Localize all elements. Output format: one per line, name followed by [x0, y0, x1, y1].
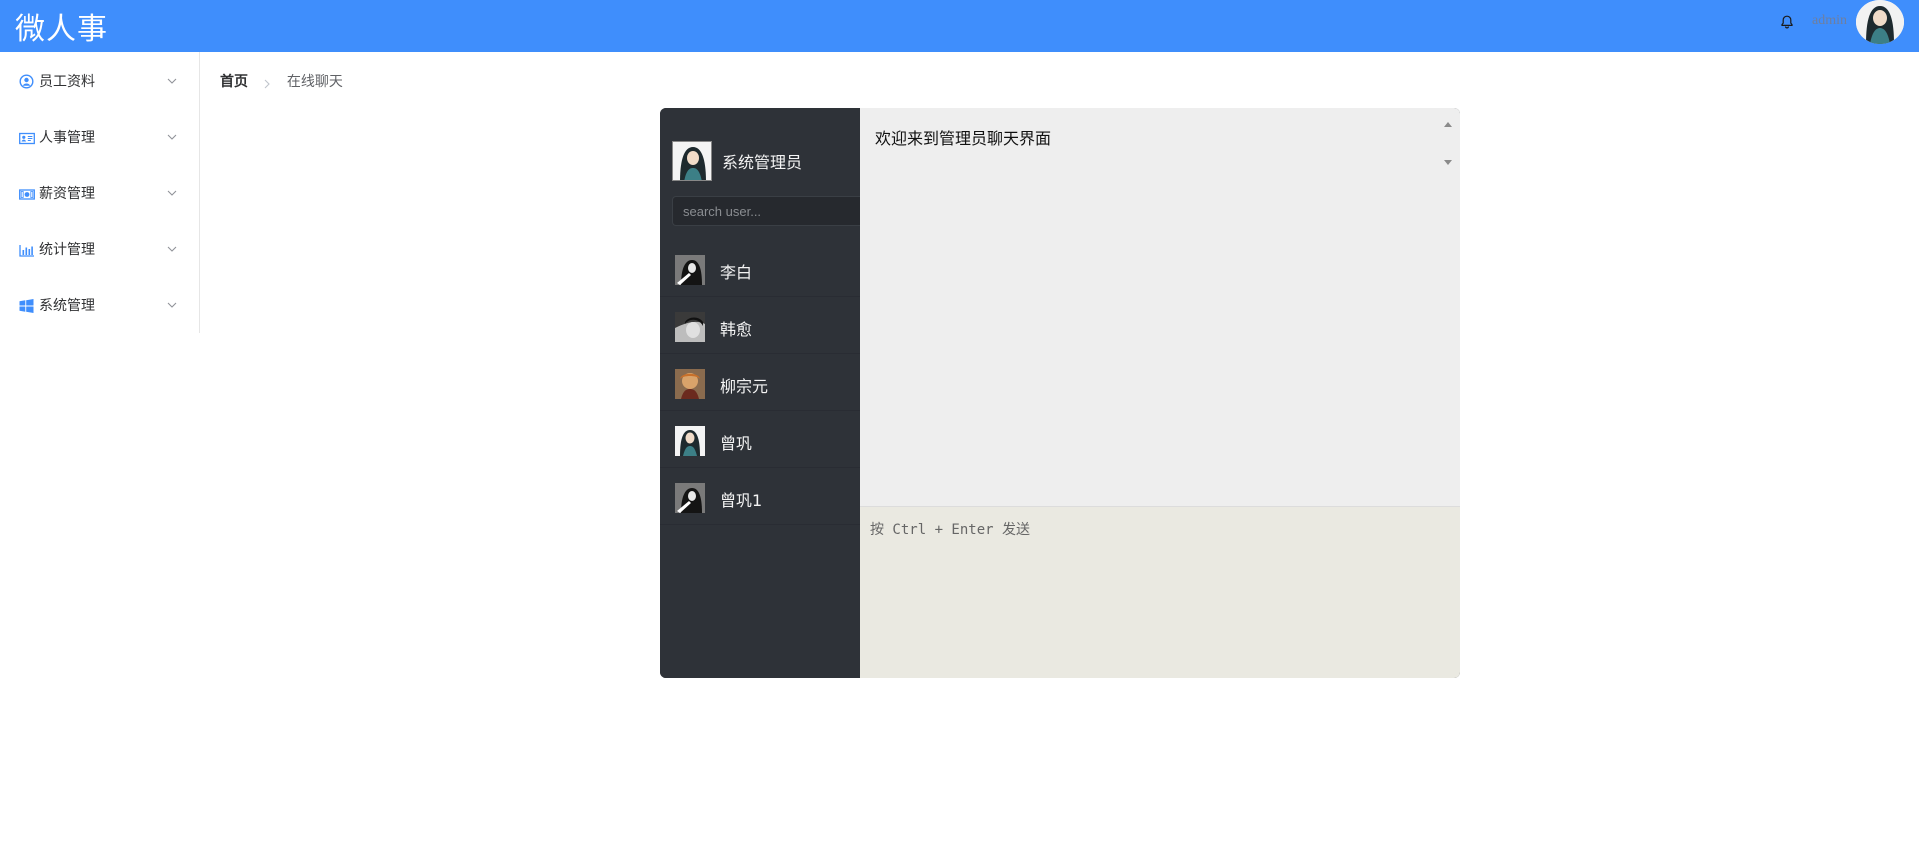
- scroll-up-arrow-icon[interactable]: [1444, 112, 1452, 127]
- self-avatar: [672, 141, 712, 181]
- user-name: 曾巩: [720, 434, 753, 453]
- bell-icon[interactable]: [1779, 14, 1795, 30]
- sidebar-item-label: 薪资管理: [39, 186, 95, 202]
- scroll-down-arrow-icon[interactable]: [1444, 151, 1452, 165]
- chat-sidebar: 系统管理员 李白 韩愈 柳宗元: [660, 108, 860, 678]
- top-header: 微人事 admin: [0, 0, 1919, 52]
- chat-panel: 系统管理员 李白 韩愈 柳宗元: [660, 108, 1460, 678]
- chevron-down-icon: [166, 184, 178, 196]
- sidebar-item-statistics-management[interactable]: 统计管理: [0, 220, 199, 276]
- user-list: 李白 韩愈 柳宗元 曾巩 曾巩1: [660, 240, 860, 525]
- user-avatar[interactable]: [1856, 0, 1904, 44]
- app-logo: 微人事: [15, 12, 108, 47]
- sidebar-item-system-management[interactable]: 系统管理: [0, 276, 199, 332]
- list-item-user-hanyu[interactable]: 韩愈: [660, 297, 860, 354]
- list-item-user-liuzongyuan[interactable]: 柳宗元: [660, 354, 860, 411]
- chevron-right-icon: [262, 77, 272, 89]
- sidebar-item-label: 系统管理: [39, 298, 95, 314]
- search-user-input[interactable]: [672, 196, 860, 226]
- chevron-down-icon: [166, 296, 178, 308]
- self-name: 系统管理员: [722, 153, 803, 172]
- sidebar-menu: 员工资料 人事管理 薪资管理 统计管理 系统管理: [0, 52, 200, 333]
- user-avatar: [675, 483, 705, 513]
- sidebar-item-salary-management[interactable]: 薪资管理: [0, 164, 199, 220]
- username-label[interactable]: admin: [1812, 13, 1847, 29]
- user-name: 曾巩1: [720, 491, 763, 510]
- chevron-down-icon: [166, 72, 178, 84]
- sidebar-item-label: 统计管理: [39, 242, 95, 258]
- user-avatar: [675, 312, 705, 342]
- windows-icon: [19, 298, 34, 313]
- bar-chart-icon: [19, 242, 34, 257]
- chat-main: 欢迎来到管理员聊天界面: [860, 108, 1460, 678]
- message-input[interactable]: [860, 507, 1460, 678]
- user-avatar: [675, 255, 705, 285]
- list-item-user-zenggong[interactable]: 曾巩: [660, 411, 860, 468]
- breadcrumb: 首页 在线聊天: [220, 71, 343, 91]
- sidebar-item-label: 员工资料: [39, 74, 95, 90]
- money-icon: [19, 186, 35, 200]
- user-name: 韩愈: [720, 320, 753, 339]
- sidebar-item-hr-management[interactable]: 人事管理: [0, 108, 199, 164]
- user-name: 李白: [720, 263, 753, 282]
- breadcrumb-current: 在线聊天: [286, 74, 343, 90]
- message-area: 欢迎来到管理员聊天界面: [860, 108, 1460, 507]
- sidebar-item-employee-info[interactable]: 员工资料: [0, 52, 199, 108]
- chevron-down-icon: [166, 240, 178, 252]
- user-avatar: [675, 426, 705, 456]
- sidebar-item-label: 人事管理: [39, 130, 95, 146]
- breadcrumb-home-link[interactable]: 首页: [220, 74, 248, 90]
- user-name: 柳宗元: [720, 377, 769, 396]
- list-item-user-libai[interactable]: 李白: [660, 240, 860, 297]
- message-input-area: [860, 507, 1460, 678]
- welcome-message: 欢迎来到管理员聊天界面: [875, 129, 1052, 148]
- list-item-user-zenggong1[interactable]: 曾巩1: [660, 468, 860, 525]
- user-avatar: [675, 369, 705, 399]
- chevron-down-icon: [166, 128, 178, 140]
- id-card-icon: [19, 130, 35, 145]
- user-circle-icon: [19, 74, 34, 89]
